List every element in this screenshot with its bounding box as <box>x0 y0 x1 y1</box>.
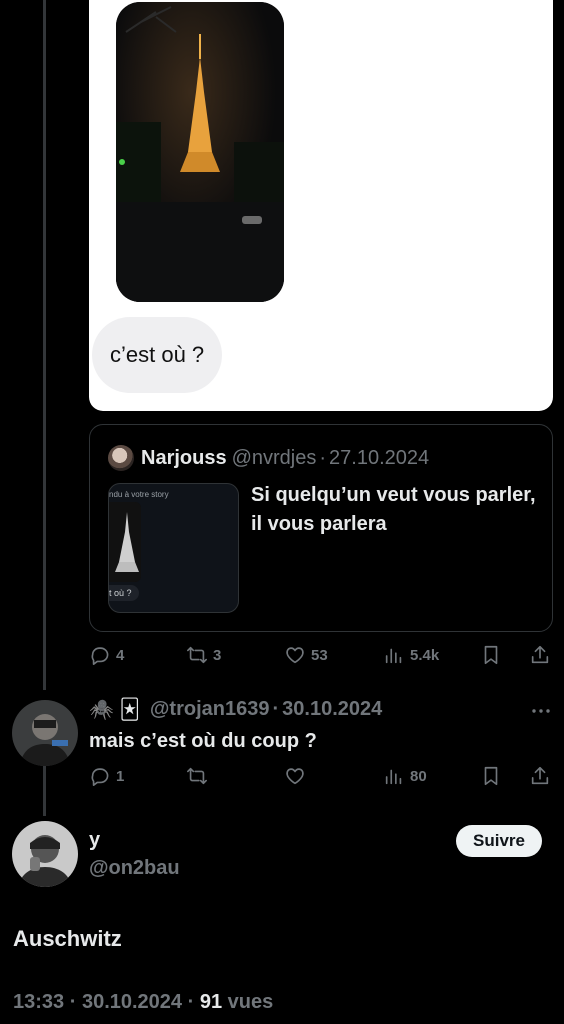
thumb-photo <box>109 502 141 582</box>
share-button[interactable] <box>529 765 551 787</box>
heart-icon <box>286 768 304 785</box>
share-button[interactable] <box>529 644 551 666</box>
views-count: 80 <box>410 767 427 785</box>
retweet-count: 3 <box>213 646 222 664</box>
dm-message-bubble: c’est où ? <box>92 317 223 393</box>
views-count: 5.4k <box>410 646 440 664</box>
meta-separator: · <box>319 446 327 469</box>
quoted-author-handle[interactable]: @nvrdjes <box>232 447 317 470</box>
retweet-button[interactable] <box>186 765 208 787</box>
share-icon <box>531 766 549 785</box>
quote-actions-bar: 4 3 53 5.4k <box>89 644 553 668</box>
views-button[interactable]: 5.4k <box>383 644 439 666</box>
main-author-name[interactable]: y <box>89 829 100 852</box>
thumb-bubble: t où ? <box>109 585 139 601</box>
reply-icon <box>91 768 109 786</box>
reply-count: 4 <box>116 646 125 664</box>
thumb-caption: ndu à votre story <box>109 490 169 499</box>
bookmark-button[interactable] <box>480 765 502 787</box>
reply-count: 1 <box>116 767 125 785</box>
heart-icon <box>286 647 304 664</box>
quoted-tweet-text: Si quelqu’un veut vous parler, il vous p… <box>251 484 536 535</box>
eiffel-tower-photo <box>116 2 284 302</box>
meta-separator: · <box>272 698 280 720</box>
quoted-date: 27.10.2024 <box>329 446 430 469</box>
main-author-avatar[interactable] <box>12 821 78 887</box>
main-tweet-text: Auschwitz <box>13 926 122 951</box>
like-button[interactable] <box>284 765 306 787</box>
quoted-avatar[interactable] <box>108 445 134 471</box>
quoted-media-thumbnail[interactable]: ndu à votre story t où ? <box>108 483 239 613</box>
reply-author-handle[interactable]: @trojan1639 <box>150 698 270 721</box>
meta-separator: · <box>187 991 195 1013</box>
tweet-time: 13:33 <box>13 991 65 1013</box>
retweet-icon <box>187 767 207 785</box>
reply-actions-bar: 1 80 <box>89 765 553 789</box>
more-options-icon[interactable] <box>530 700 552 722</box>
dm-screenshot-image[interactable]: c’est où ? <box>89 0 553 411</box>
reply-emojis: 🕷️ 🃏 <box>89 699 140 721</box>
retweet-icon <box>187 646 207 664</box>
views-chart-icon <box>385 769 402 785</box>
reply-icon <box>91 647 109 665</box>
like-button[interactable]: 53 <box>284 644 328 666</box>
tweet-date: 30.10.2024 <box>81 991 183 1013</box>
thread-line-top <box>43 0 46 690</box>
tweet-views-label: vues <box>227 991 274 1013</box>
quoted-author-name[interactable]: Narjouss <box>141 447 227 470</box>
bookmark-icon <box>484 766 498 786</box>
retweet-button[interactable]: 3 <box>186 644 221 666</box>
follow-button[interactable]: Suivre <box>456 825 542 857</box>
views-chart-icon <box>385 648 402 664</box>
share-icon <box>531 645 549 664</box>
thread-line-bottom <box>43 766 46 816</box>
bookmark-icon <box>484 645 498 665</box>
reply-button[interactable]: 4 <box>89 644 124 666</box>
reply-text: mais c’est où du coup ? <box>89 730 317 752</box>
views-button[interactable]: 80 <box>383 765 427 787</box>
quoted-tweet[interactable]: Narjouss @nvrdjes · 27.10.2024 ndu à vot… <box>89 424 553 632</box>
main-tweet-meta: 13:33 · 30.10.2024 · 91 vues <box>13 991 273 1014</box>
reply-date: 30.10.2024 <box>282 698 383 720</box>
reply-header: 🕷️ 🃏 @trojan1639 · 30.10.2024 <box>89 697 382 722</box>
quoted-tweet-header: Narjouss @nvrdjes · 27.10.2024 <box>108 445 429 471</box>
like-count: 53 <box>311 646 328 664</box>
reply-button[interactable]: 1 <box>89 765 124 787</box>
tweet-views-count: 91 <box>199 991 223 1013</box>
bookmark-button[interactable] <box>480 644 502 666</box>
main-author-handle[interactable]: @on2bau <box>89 857 180 880</box>
meta-separator: · <box>69 991 77 1013</box>
reply-avatar[interactable] <box>12 700 78 766</box>
